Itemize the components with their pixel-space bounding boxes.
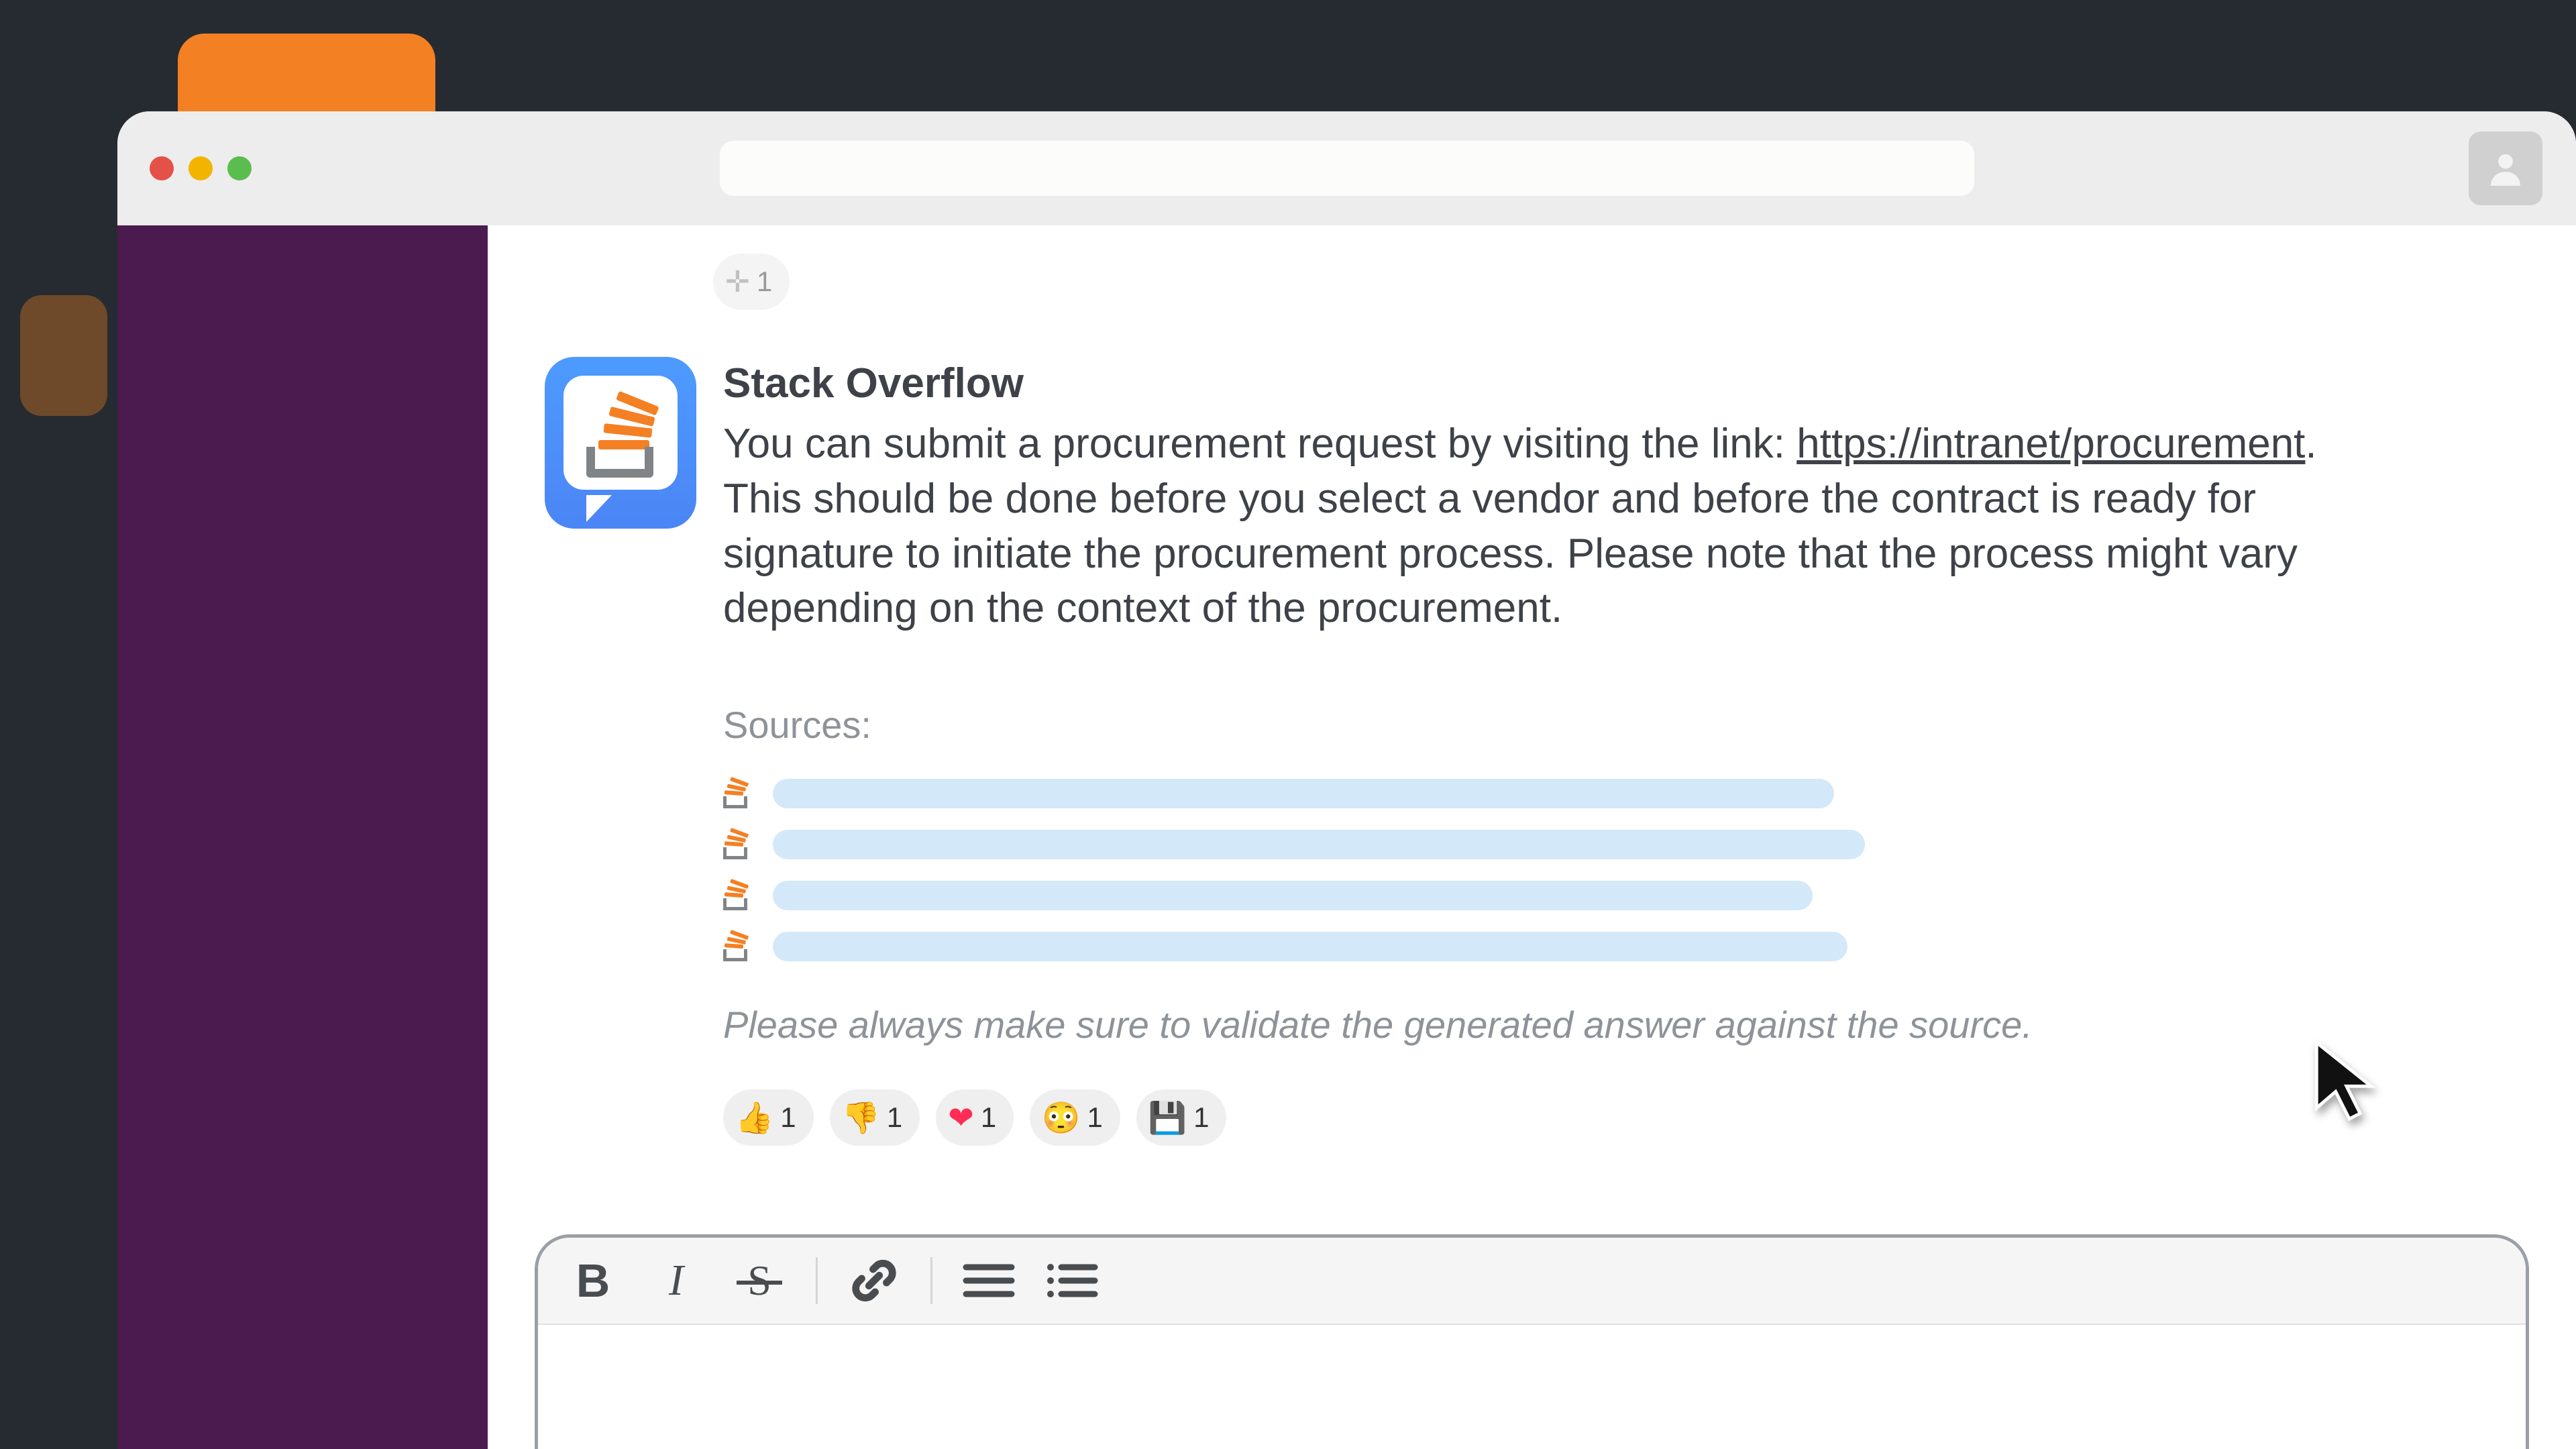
reaction-count: 1: [981, 1102, 996, 1134]
add-reaction-count: 1: [757, 266, 772, 298]
message-sender: Stack Overflow: [723, 360, 2542, 407]
bot-avatar[interactable]: [545, 357, 696, 529]
message-text-part: You can submit a procurement request by …: [723, 421, 1796, 467]
user-avatar[interactable]: [2469, 131, 2542, 205]
thumbs-up-icon: 👍: [735, 1102, 773, 1133]
stackoverflow-mini-icon: [723, 932, 753, 961]
list-icon: [962, 1260, 1016, 1301]
bold-button[interactable]: B: [566, 1254, 620, 1307]
toolbar-divider: [816, 1257, 818, 1304]
source-item[interactable]: [723, 881, 2542, 910]
stackoverflow-mini-icon: [723, 881, 753, 910]
source-link-placeholder: [773, 932, 1847, 961]
workspace-sidebar: [117, 225, 488, 1449]
user-icon: [2485, 148, 2526, 189]
message-reactions: 👍 1 👎 1 ❤ 1 😳 1: [723, 1089, 2542, 1146]
message-text: You can submit a procurement request by …: [723, 417, 2326, 636]
sources-label: Sources:: [723, 703, 2542, 747]
window-controls: [150, 156, 252, 180]
reaction-thumbs-up[interactable]: 👍 1: [723, 1089, 814, 1146]
source-link-placeholder: [773, 830, 1865, 859]
channel-content: ✛ 1 Stack Overflow You can: [488, 225, 2576, 1449]
source-item[interactable]: [723, 779, 2542, 808]
reaction-thumbs-down[interactable]: 👎 1: [830, 1089, 920, 1146]
source-link-placeholder: [773, 881, 1813, 910]
procurement-link[interactable]: https://intranet/procurement: [1796, 421, 2305, 467]
composer-toolbar: B I S: [538, 1238, 2526, 1325]
plus-icon: ✛: [725, 265, 750, 299]
bullet-list-button[interactable]: [1045, 1260, 1099, 1301]
save-icon: 💾: [1148, 1102, 1187, 1133]
search-input[interactable]: [720, 141, 1974, 196]
add-reaction-button[interactable]: ✛ 1: [713, 254, 790, 310]
heart-icon: ❤: [948, 1102, 974, 1133]
link-icon: [849, 1256, 899, 1305]
prev-message-reactions: ✛ 1: [713, 254, 790, 310]
sources-list: [723, 779, 2542, 961]
reaction-count: 1: [1193, 1102, 1209, 1134]
strikethrough-button[interactable]: S: [733, 1256, 786, 1305]
ordered-list-button[interactable]: [962, 1260, 1016, 1301]
flushed-icon: 😳: [1042, 1102, 1080, 1133]
toolbar-divider: [930, 1257, 932, 1304]
disclaimer-text: Please always make sure to validate the …: [723, 1003, 2542, 1046]
stackoverflow-icon: [598, 396, 652, 455]
reaction-count: 1: [1087, 1102, 1102, 1134]
window-close-button[interactable]: [150, 156, 174, 180]
window-maximize-button[interactable]: [227, 156, 252, 180]
thumbs-down-icon: 👎: [842, 1102, 880, 1133]
app-window: ✛ 1 Stack Overflow You can: [117, 111, 2576, 1449]
italic-button[interactable]: I: [649, 1255, 703, 1306]
window-titlebar: [117, 111, 2576, 225]
reaction-heart[interactable]: ❤ 1: [936, 1089, 1014, 1146]
source-link-placeholder: [773, 779, 1834, 808]
source-item[interactable]: [723, 830, 2542, 859]
reaction-count: 1: [887, 1102, 902, 1134]
reaction-flushed[interactable]: 😳 1: [1030, 1089, 1120, 1146]
message-composer[interactable]: B I S: [535, 1234, 2529, 1449]
background-card: [20, 295, 107, 416]
link-button[interactable]: [847, 1256, 901, 1305]
reaction-save[interactable]: 💾 1: [1136, 1089, 1227, 1146]
source-item[interactable]: [723, 932, 2542, 961]
window-minimize-button[interactable]: [189, 156, 213, 180]
bot-message: Stack Overflow You can submit a procurem…: [545, 357, 2542, 1146]
reaction-count: 1: [780, 1102, 796, 1134]
stackoverflow-mini-icon: [723, 830, 753, 859]
stackoverflow-mini-icon: [723, 779, 753, 808]
bullet-list-icon: [1045, 1260, 1099, 1301]
